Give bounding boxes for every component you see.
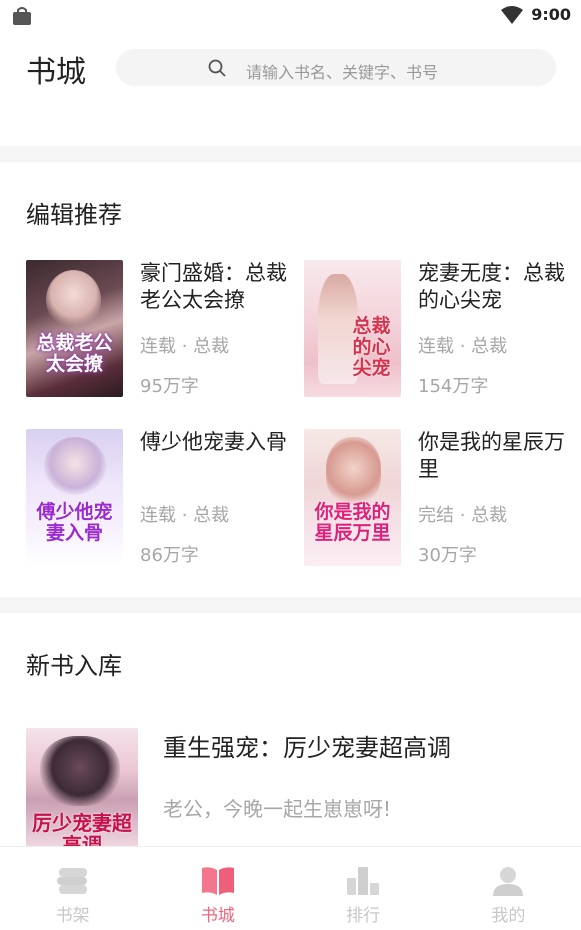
- status-time: 9:00: [531, 5, 571, 24]
- nav-item-profile[interactable]: 我的: [436, 847, 581, 930]
- book-genre: 总裁: [193, 505, 230, 526]
- search-input[interactable]: 请输入书名、关键字、书号: [116, 49, 556, 86]
- book-word-count: 95万字: [140, 376, 199, 397]
- section-title-editor-picks: 编辑推荐: [26, 201, 122, 229]
- book-cover: 傅少他宠妻入骨: [26, 429, 123, 566]
- book-card[interactable]: 总裁老公太会撩 豪门盛婚：总裁老公太会撩 连载 · 总裁 95万字: [26, 260, 296, 400]
- book-cover: 总裁老公太会撩: [26, 260, 123, 397]
- book-title: 豪门盛婚：总裁老公太会撩: [140, 261, 287, 312]
- app-screen: 9:00 书城 请输入书名、关键字、书号 编辑推荐 总裁老公太会撩 豪门盛婚：总…: [0, 0, 581, 930]
- book-meta: 连载 · 总裁: [140, 505, 230, 526]
- book-description: 老公，今晚一起生崽崽呀!: [163, 797, 392, 821]
- cover-title: 厉少宠妻超高调: [32, 811, 132, 848]
- nav-label: 排行: [346, 906, 381, 926]
- notification-bag-icon: [13, 7, 31, 25]
- search-placeholder: 请输入书名、关键字、书号: [246, 63, 439, 82]
- cover-title: 总裁的心尖宠: [352, 315, 391, 379]
- nav-label: 书城: [200, 906, 235, 926]
- book-word-count: 154万字: [418, 376, 489, 397]
- book-status: 完结: [418, 505, 454, 526]
- book-card[interactable]: 总裁的心尖宠 宠妻无度：总裁的心尖宠 连载 · 总裁 154万字: [304, 260, 574, 400]
- book-genre: 总裁: [471, 336, 508, 357]
- ranking-icon: [347, 867, 380, 895]
- wifi-icon: [501, 5, 524, 24]
- book-title: 重生强宠：厉少宠妻超高调: [163, 734, 451, 762]
- nav-item-bookshelf[interactable]: 书架: [0, 847, 145, 930]
- nav-item-ranking[interactable]: 排行: [291, 847, 436, 930]
- book-cover: 你是我的星辰万里: [304, 429, 401, 566]
- section-divider: [0, 146, 581, 162]
- book-word-count: 86万字: [140, 545, 199, 566]
- book-title: 你是我的星辰万里: [418, 430, 565, 481]
- status-right: 9:00: [501, 5, 571, 24]
- search-icon: [208, 59, 226, 77]
- book-cover: 厉少宠妻超高调: [26, 728, 138, 848]
- book-status: 连载: [140, 336, 176, 357]
- page-title: 书城: [26, 55, 86, 90]
- new-book-item[interactable]: 厉少宠妻超高调 重生强宠：厉少宠妻超高调 老公，今晚一起生崽崽呀!: [26, 728, 556, 848]
- header: 书城 请输入书名、关键字、书号: [0, 44, 581, 90]
- section-divider: [0, 597, 581, 613]
- nav-label: 我的: [491, 906, 526, 926]
- cover-title: 傅少他宠妻入骨: [36, 501, 113, 544]
- nav-label: 书架: [55, 906, 90, 926]
- book-meta: 连载 · 总裁: [418, 336, 508, 357]
- bottom-nav: 书架 书城 排行 我的: [0, 846, 581, 930]
- book-meta: 连载 · 总裁: [140, 336, 230, 357]
- profile-icon: [493, 867, 524, 896]
- book-cover: 总裁的心尖宠: [304, 260, 401, 397]
- book-status: 连载: [140, 505, 176, 526]
- book-status: 连载: [418, 336, 454, 357]
- book-genre: 总裁: [471, 505, 508, 526]
- book-word-count: 30万字: [418, 545, 477, 566]
- book-title: 傅少他宠妻入骨: [140, 430, 287, 454]
- book-meta: 完结 · 总裁: [418, 505, 508, 526]
- book-open-icon: [201, 867, 234, 895]
- section-title-new-books: 新书入库: [26, 652, 122, 680]
- cover-title: 总裁老公太会撩: [36, 332, 113, 375]
- book-card[interactable]: 傅少他宠妻入骨 傅少他宠妻入骨 连载 · 总裁 86万字: [26, 429, 296, 569]
- status-bar: 9:00: [0, 0, 581, 32]
- book-title: 宠妻无度：总裁的心尖宠: [418, 261, 565, 312]
- cover-title: 你是我的星辰万里: [314, 501, 391, 544]
- bookshelf-icon: [56, 868, 87, 894]
- nav-item-bookstore[interactable]: 书城: [145, 847, 290, 930]
- book-card[interactable]: 你是我的星辰万里 你是我的星辰万里 完结 · 总裁 30万字: [304, 429, 574, 569]
- book-genre: 总裁: [193, 336, 230, 357]
